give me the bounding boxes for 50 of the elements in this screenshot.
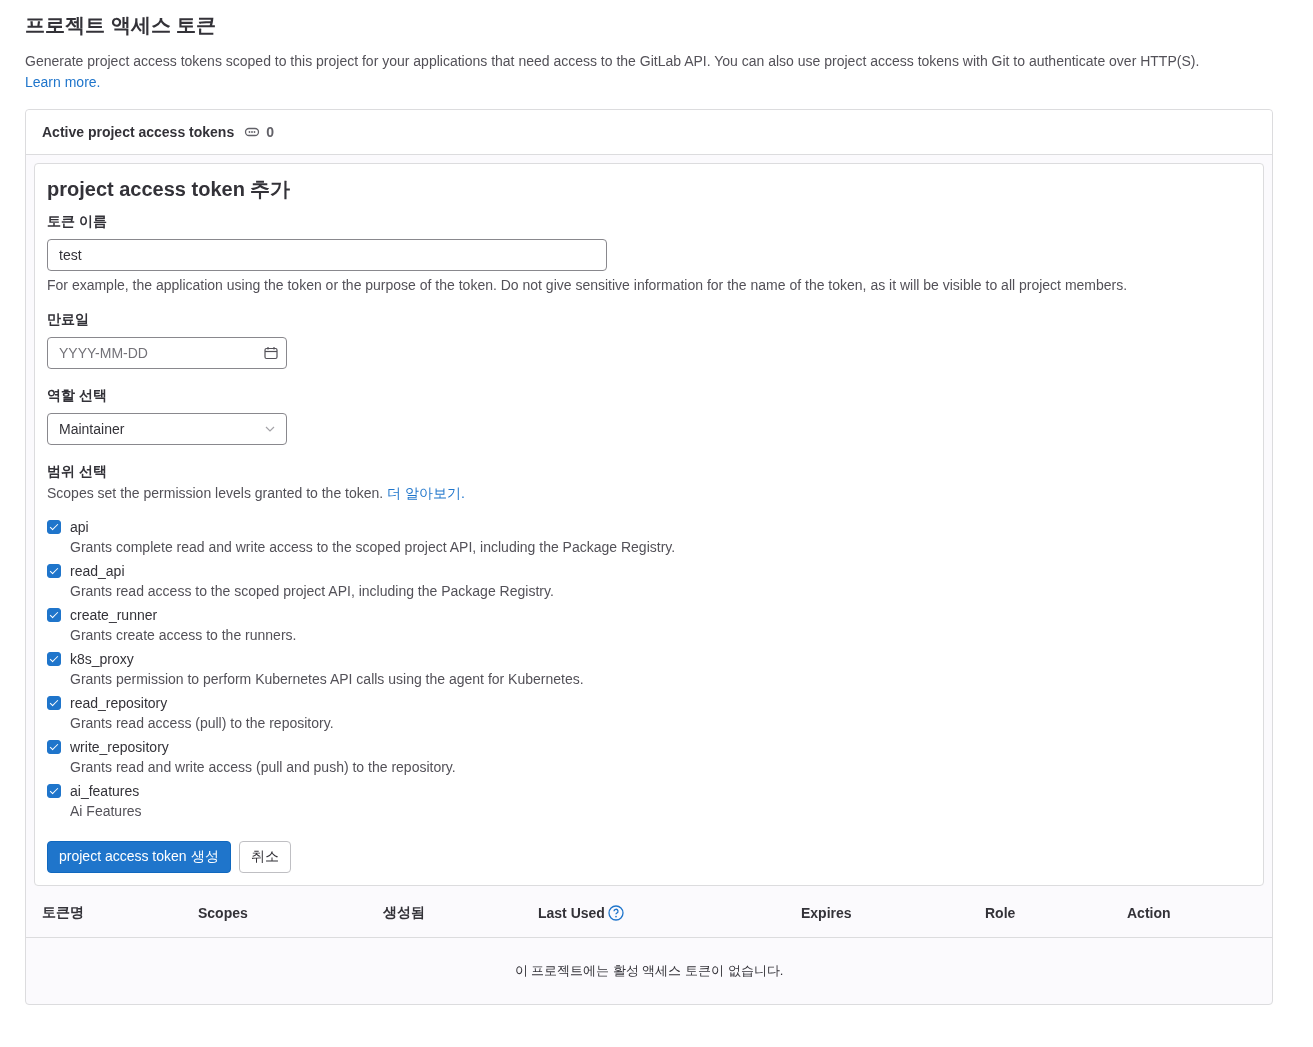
token-name-field[interactable]: test bbox=[47, 239, 607, 271]
column-header: Expires bbox=[801, 905, 852, 921]
column-header: Action bbox=[1127, 905, 1171, 921]
create-token-button[interactable]: project access token 생성 bbox=[47, 841, 231, 873]
expiry-date-field[interactable]: YYYY-MM-DD bbox=[47, 337, 287, 369]
column-header: Last Used bbox=[538, 905, 605, 921]
scope-checkbox[interactable] bbox=[47, 740, 61, 754]
scope-checkbox[interactable] bbox=[47, 696, 61, 710]
learn-more-link[interactable]: 더 알아보기. bbox=[387, 485, 465, 501]
column-header: Scopes bbox=[198, 905, 248, 921]
empty-message: 이 프로젝트에는 활성 액세스 토큰이 없습니다. bbox=[513, 962, 785, 980]
cancel-button[interactable]: 취소 bbox=[238, 841, 291, 873]
page-title: 프로젝트 액세스 토큰 bbox=[25, 13, 218, 38]
column-header: 토큰명 bbox=[42, 904, 84, 922]
token-count: 0 bbox=[266, 124, 274, 140]
field-help-text: For example, the application using the token or the purpose of the token. Do not give sensitive information for the name of the token, as it will be visible to all project members. bbox=[47, 277, 1129, 293]
scope-checkbox[interactable] bbox=[47, 564, 61, 578]
page-description: Generate project access tokens scoped to this project for your applications that need access to the GitLab API. You can also use project access tokens with Git to authenticate over HTTP(S). Learn more. bbox=[25, 52, 1201, 92]
field-label: 역할 선택 bbox=[47, 387, 108, 405]
field-label: 범위 선택 bbox=[47, 463, 108, 481]
scope-checkbox[interactable] bbox=[47, 652, 61, 666]
scope-name: create_runner bbox=[70, 606, 159, 625]
learn-more-link[interactable]: Learn more. bbox=[25, 74, 101, 90]
chevron-down-icon bbox=[265, 426, 275, 432]
role-select[interactable]: Maintainer bbox=[47, 413, 287, 445]
scope-description: Grants read and write access (pull and push) to the repository. bbox=[70, 758, 456, 777]
scope-name: k8s_proxy bbox=[70, 650, 135, 669]
scope-description: Grants permission to perform Kubernetes API calls using the agent for Kubernetes. bbox=[70, 670, 584, 689]
scope-checkbox[interactable] bbox=[47, 784, 61, 798]
scope-description: Grants read access (pull) to the repository. bbox=[70, 714, 334, 733]
scope-name: api bbox=[70, 518, 90, 537]
form-title: project access token 추가 bbox=[47, 177, 292, 202]
column-header: 생성됨 bbox=[383, 904, 425, 922]
column-header: Role bbox=[985, 905, 1016, 921]
scope-checkbox[interactable] bbox=[47, 608, 61, 622]
help-icon[interactable] bbox=[607, 905, 624, 921]
field-label: 만료일 bbox=[47, 311, 90, 329]
field-label: 토큰 이름 bbox=[47, 213, 108, 231]
scope-description: Grants create access to the runners. bbox=[70, 626, 297, 645]
scope-description: Ai Features bbox=[70, 802, 142, 821]
scope-description: Grants read access to the scoped project API, including the Package Registry. bbox=[70, 582, 554, 601]
scope-name: ai_features bbox=[70, 782, 141, 801]
scope-name: read_repository bbox=[70, 694, 169, 713]
scopes-help-text: Scopes set the permission levels granted to the token. 더 알아보기. bbox=[47, 485, 466, 503]
scope-checkbox[interactable] bbox=[47, 520, 61, 534]
scope-name: write_repository bbox=[70, 738, 170, 757]
card-title: Active project access tokens bbox=[42, 124, 235, 140]
scope-name: read_api bbox=[70, 562, 126, 581]
calendar-icon bbox=[264, 346, 278, 360]
scope-description: Grants complete read and write access to the scoped project API, including the Package Registry. bbox=[70, 538, 676, 557]
